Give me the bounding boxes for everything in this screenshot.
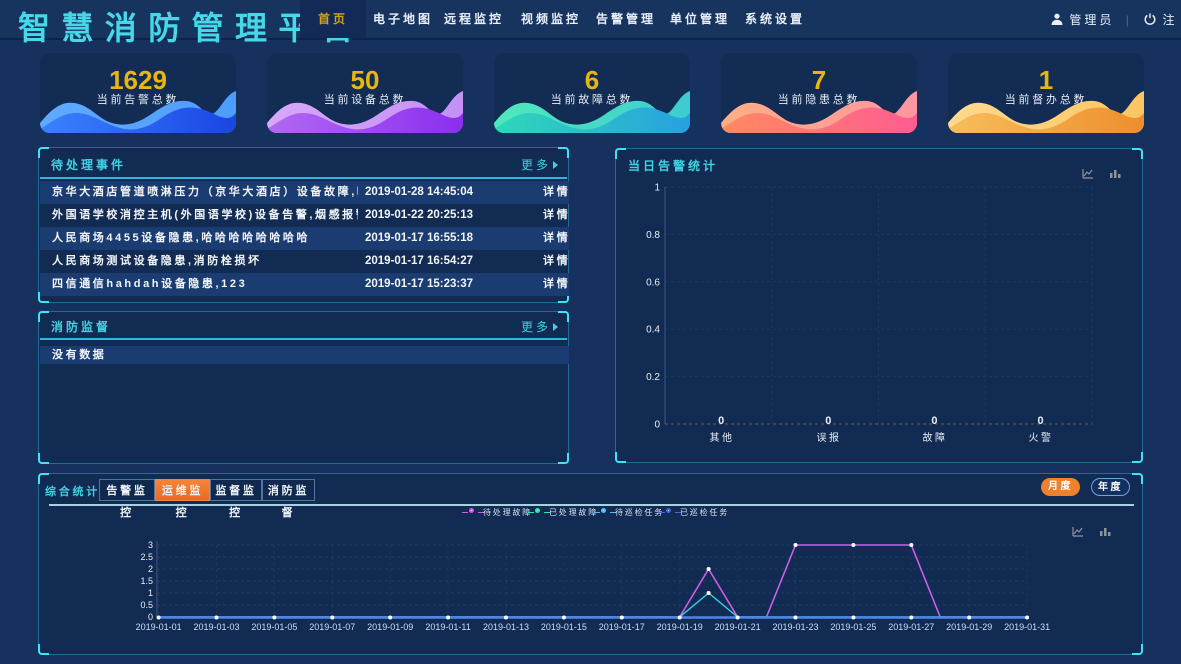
svg-text:2019-01-11: 2019-01-11 <box>425 622 470 632</box>
svg-text:2019-01-07: 2019-01-07 <box>309 622 355 632</box>
svg-text:1: 1 <box>654 183 660 194</box>
svg-text:0: 0 <box>825 415 831 427</box>
svg-text:1: 1 <box>148 588 153 598</box>
svg-text:2019-01-05: 2019-01-05 <box>251 622 297 632</box>
svg-text:2019-01-23: 2019-01-23 <box>772 622 818 632</box>
svg-text:2019-01-29: 2019-01-29 <box>946 622 992 632</box>
svg-text:2: 2 <box>148 564 153 574</box>
svg-text:2019-01-09: 2019-01-09 <box>367 622 413 632</box>
svg-text:0.5: 0.5 <box>140 600 153 610</box>
svg-text:3: 3 <box>148 540 153 550</box>
svg-text:2019-01-19: 2019-01-19 <box>657 622 703 632</box>
svg-text:0: 0 <box>931 415 937 427</box>
svg-text:2019-01-25: 2019-01-25 <box>830 622 876 632</box>
svg-text:误报: 误报 <box>817 431 842 444</box>
svg-text:2019-01-01: 2019-01-01 <box>136 622 182 632</box>
svg-text:0.2: 0.2 <box>646 372 660 383</box>
svg-text:0.8: 0.8 <box>646 230 660 241</box>
svg-text:2019-01-27: 2019-01-27 <box>888 622 934 632</box>
svg-text:0: 0 <box>654 420 660 431</box>
svg-text:0: 0 <box>1038 415 1044 427</box>
svg-text:2019-01-17: 2019-01-17 <box>599 622 645 632</box>
svg-text:0.6: 0.6 <box>646 277 660 288</box>
svg-text:火警: 火警 <box>1029 431 1054 444</box>
svg-text:故障: 故障 <box>923 431 948 444</box>
svg-text:2019-01-13: 2019-01-13 <box>483 622 529 632</box>
svg-text:1.5: 1.5 <box>140 576 153 586</box>
svg-text:0: 0 <box>718 415 724 427</box>
svg-text:其他: 其他 <box>710 431 735 444</box>
svg-text:0.4: 0.4 <box>646 325 660 336</box>
svg-text:2019-01-21: 2019-01-21 <box>715 622 761 632</box>
svg-text:0: 0 <box>148 612 153 622</box>
svg-text:2.5: 2.5 <box>140 552 153 562</box>
svg-text:2019-01-31: 2019-01-31 <box>1004 622 1050 632</box>
svg-text:2019-01-03: 2019-01-03 <box>193 622 239 632</box>
svg-text:2019-01-15: 2019-01-15 <box>541 622 587 632</box>
